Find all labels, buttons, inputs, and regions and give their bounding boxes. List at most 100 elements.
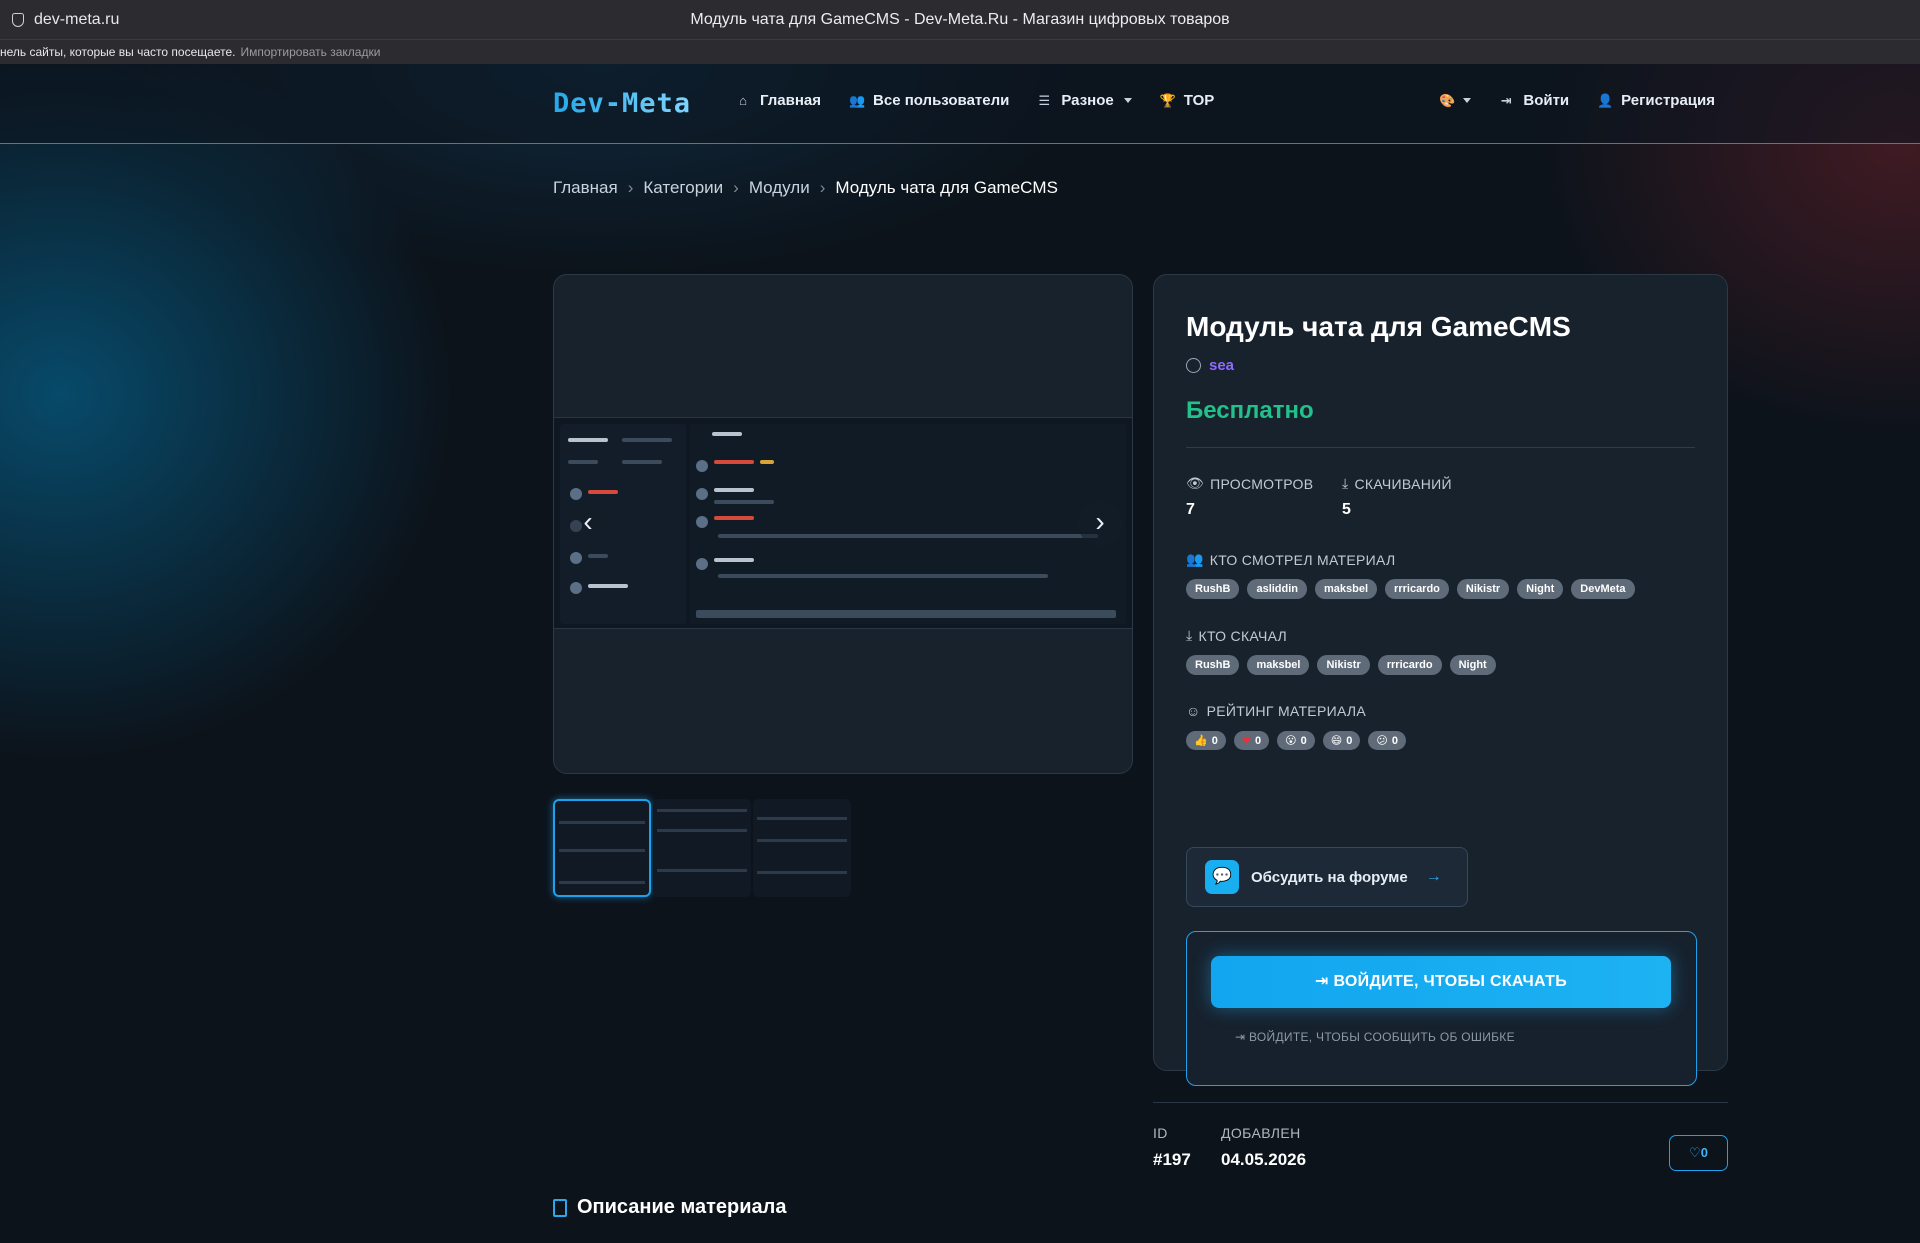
- breadcrumb-separator: ›: [819, 178, 826, 197]
- viewer-chip[interactable]: asliddin: [1247, 579, 1308, 599]
- breadcrumb-modules[interactable]: Модули: [749, 178, 810, 198]
- downloader-chip[interactable]: rrricardo: [1377, 655, 1442, 675]
- reaction-count: 0: [1346, 734, 1353, 747]
- nav-home[interactable]: ⌂ Главная: [736, 92, 821, 109]
- screenshot-line: [718, 534, 1098, 538]
- discuss-on-forum-button[interactable]: 💬 Обсудить на форуме →: [1186, 847, 1468, 907]
- viewer-chip[interactable]: RushB: [1186, 579, 1240, 599]
- report-link-label: ВОЙДИТЕ, ЧТОБЫ СООБЩИТЬ ОБ ОШИБКЕ: [1249, 1030, 1515, 1044]
- description-title-text: Описание материала: [577, 1196, 787, 1218]
- address-bar[interactable]: dev-meta.ru: [0, 11, 300, 29]
- breadcrumb-categories[interactable]: Категории: [643, 178, 723, 198]
- viewer-chip[interactable]: maksbel: [1315, 579, 1378, 599]
- login-link[interactable]: ⇥ Войти: [1499, 92, 1569, 109]
- shield-icon: [12, 12, 24, 27]
- thumbnail-line: [657, 829, 747, 832]
- user-plus-icon: 👤: [1597, 92, 1614, 108]
- rating-label-text: РЕЙТИНГ МАТЕРИАЛА: [1206, 703, 1367, 719]
- viewer-chip[interactable]: DevMeta: [1571, 579, 1635, 599]
- screenshot-avatar: [696, 558, 708, 570]
- thumbnail-line: [657, 809, 747, 812]
- forum-button-label: Обсудить на форуме: [1251, 868, 1408, 886]
- divider: [1186, 447, 1695, 448]
- download-icon: ⤓: [1342, 475, 1349, 491]
- thumbnail-line: [559, 849, 645, 852]
- nav-top-label: TOP: [1183, 92, 1215, 109]
- gallery-prev-button[interactable]: ‹: [566, 502, 610, 546]
- id-label: ID: [1153, 1125, 1168, 1141]
- downloader-chip[interactable]: Nikistr: [1317, 655, 1370, 675]
- downloaders-list: RushB maksbel Nikistr rrricardo Night: [1186, 655, 1496, 675]
- nav-home-label: Главная: [760, 92, 822, 109]
- nav-users[interactable]: 👥 Все пользователи: [849, 92, 1009, 109]
- added-date: 04.05.2026: [1221, 1150, 1307, 1169]
- screenshot-input: [696, 610, 1116, 618]
- gallery-next-button[interactable]: ›: [1078, 502, 1122, 546]
- like-button[interactable]: ♡0: [1669, 1135, 1728, 1171]
- thumbnail-2[interactable]: [653, 799, 751, 897]
- download-icon: ⤓: [1186, 627, 1193, 643]
- screenshot-right-pane: [690, 424, 1126, 624]
- product-author[interactable]: sea: [1186, 357, 1234, 374]
- thumbnail-line: [757, 839, 847, 842]
- page: Dev-Meta ⌂ Главная 👥 Все пользователи ☰ …: [0, 64, 1920, 1243]
- reaction-thumbs-up[interactable]: 👍 0: [1186, 731, 1226, 750]
- viewer-chip[interactable]: rrricardo: [1385, 579, 1449, 599]
- reaction-wow[interactable]: 😮 0: [1277, 731, 1315, 750]
- viewer-chip[interactable]: Night: [1517, 579, 1564, 599]
- login-to-download-button[interactable]: ⇥ ВОЙДИТЕ, ЧТОБЫ СКАЧАТЬ: [1211, 956, 1671, 1008]
- downloads-count: 5: [1342, 501, 1351, 518]
- image-gallery: ‹ ›: [553, 274, 1133, 774]
- viewers-list: RushB asliddin maksbel rrricardo Nikistr…: [1186, 579, 1635, 599]
- thumbnail-line: [559, 881, 645, 884]
- breadcrumb: Главная › Категории › Модули › Модуль ча…: [553, 178, 1058, 198]
- downloader-chip[interactable]: Night: [1449, 655, 1496, 675]
- thumbnail-line: [757, 817, 847, 820]
- nav-top[interactable]: 🏆 TOP: [1160, 92, 1215, 109]
- thumbnail-1[interactable]: [553, 799, 651, 897]
- wow-face-icon: 😮: [1285, 735, 1297, 747]
- screenshot-avatar: [696, 516, 708, 528]
- login-icon: ⇥: [1235, 1030, 1249, 1044]
- users-icon: 👥: [849, 92, 866, 108]
- browser-titlebar: dev-meta.ru Модуль чата для GameCMS - De…: [0, 0, 1920, 40]
- viewer-chip[interactable]: Nikistr: [1456, 579, 1510, 599]
- nav-misc-label: Разное: [1061, 92, 1114, 109]
- product-price: Бесплатно: [1186, 397, 1314, 424]
- screenshot-line: [760, 460, 774, 464]
- screenshot-line: [714, 558, 754, 562]
- viewers-label-text: КТО СМОТРЕЛ МАТЕРИАЛ: [1209, 551, 1396, 568]
- screenshot-line: [714, 516, 754, 520]
- downloader-chip[interactable]: RushB: [1186, 655, 1240, 675]
- import-bookmarks-link[interactable]: Импортировать закладки: [240, 45, 380, 59]
- downloader-chip[interactable]: maksbel: [1247, 655, 1310, 675]
- reaction-confused[interactable]: 😕 0: [1368, 731, 1406, 750]
- screenshot-line: [712, 432, 742, 436]
- gallery-thumbnails: [553, 799, 851, 897]
- theme-switcher[interactable]: 🎨: [1439, 92, 1472, 109]
- screenshot-line: [568, 460, 598, 464]
- breadcrumb-current: Модуль чата для GameCMS: [835, 178, 1058, 197]
- product-title: Модуль чата для GameCMS: [1186, 311, 1571, 342]
- reaction-heart[interactable]: ❤ 0: [1233, 731, 1270, 750]
- reaction-laugh[interactable]: 😄 0: [1322, 731, 1361, 750]
- screenshot-line: [714, 500, 774, 504]
- chat-icon: 💬: [1205, 860, 1239, 894]
- thumbnail-line: [657, 869, 747, 872]
- palette-icon: 🎨: [1439, 92, 1456, 108]
- screenshot-line: [714, 460, 754, 464]
- screenshot-avatar: [570, 488, 582, 500]
- login-to-report-link[interactable]: ⇥ ВОЙДИТЕ, ЧТОБЫ СООБЩИТЬ ОБ ОШИБКЕ: [1235, 1030, 1515, 1044]
- screenshot-avatar: [696, 460, 708, 472]
- thumbnail-3[interactable]: [753, 799, 851, 897]
- product-screenshot[interactable]: ‹ ›: [554, 417, 1132, 629]
- breadcrumb-home[interactable]: Главная: [553, 178, 618, 198]
- trophy-icon: 🏆: [1159, 92, 1176, 108]
- register-link[interactable]: 👤 Регистрация: [1597, 92, 1715, 109]
- rating-label: ☺ РЕЙТИНГ МАТЕРИАЛА: [1186, 703, 1366, 719]
- nav-misc[interactable]: ☰ Разное: [1037, 92, 1132, 109]
- users-icon: 👥: [1186, 551, 1204, 567]
- download-box: ⇥ ВОЙДИТЕ, ЧТОБЫ СКАЧАТЬ ⇥ ВОЙДИТЕ, ЧТОБ…: [1186, 931, 1697, 1086]
- downloads-label: ⤓ СКАЧИВАНИЙ: [1342, 475, 1452, 492]
- site-logo[interactable]: Dev-Meta: [553, 88, 691, 119]
